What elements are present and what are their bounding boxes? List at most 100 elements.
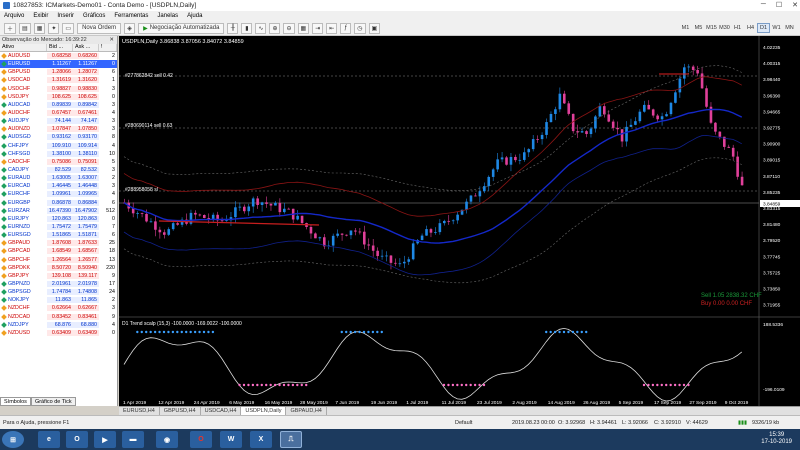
market-watch-row[interactable]: USDJPY 108.625 108.625 0	[0, 93, 117, 101]
timeframe-w1[interactable]: W1	[770, 23, 783, 33]
templates-button[interactable]: ▣	[368, 22, 381, 34]
opera-icon[interactable]: O	[190, 431, 212, 448]
market-watch-row[interactable]: AUDCAD 0.89839 0.89842 3	[0, 101, 117, 109]
market-watch-row[interactable]: NOKJPY 11.863 11.865 2	[0, 296, 117, 304]
chart-tab-usdcad[interactable]: USDCAD,H4	[201, 407, 242, 415]
candle-chart-button[interactable]: ▮	[241, 22, 253, 34]
tab-tick-chart[interactable]: Gráfico de Tick	[30, 397, 76, 406]
market-watch-row[interactable]: NZDCAD 0.83452 0.83461 9	[0, 313, 117, 321]
timeframe-m5[interactable]: M5	[692, 23, 705, 33]
market-watch-row[interactable]: NZDCHF 0.62664 0.62667 3	[0, 304, 117, 312]
minimize-button[interactable]: ─	[761, 1, 766, 9]
ie-icon[interactable]: e	[38, 431, 60, 448]
market-watch-row[interactable]: CHFJPY 109.910 109.914 4	[0, 142, 117, 150]
candle-body	[154, 221, 157, 230]
col-ask[interactable]: Ask ...	[73, 44, 99, 51]
timeframe-m1[interactable]: M1	[679, 23, 692, 33]
bar-chart-button[interactable]: ╫	[227, 22, 239, 34]
metatrader-icon[interactable]: ⎍	[280, 431, 302, 448]
chart-shift-button[interactable]: ⇤	[326, 22, 338, 34]
start-icon[interactable]: ⊞	[2, 431, 24, 448]
chrome-icon[interactable]: ◉	[156, 431, 178, 448]
menu-inserir[interactable]: Inserir	[57, 13, 74, 19]
chart-tab-gbpusd[interactable]: GBPUSD,H4	[160, 407, 201, 415]
col-spread[interactable]: !	[99, 44, 117, 51]
close-icon[interactable]: ✕	[109, 37, 114, 43]
price-chart[interactable]: 4.02235 4.00315 3.98440 3.96390 3.94665 3.927…	[119, 36, 800, 406]
maximize-button[interactable]: ☐	[776, 1, 782, 9]
market-watch-row[interactable]: AUDCHF 0.67457 0.67461 4	[0, 109, 117, 117]
market-watch-row[interactable]: EURNZD 1.75472 1.75479 7	[0, 223, 117, 231]
new-order-button[interactable]: Nova Ordem	[77, 22, 122, 34]
market-watch-row[interactable]: CADJPY 82.529 82.532 3	[0, 166, 117, 174]
market-watch-row[interactable]: EURUSD 1.11267 1.11267 0	[0, 60, 117, 69]
col-symbol[interactable]: Ativo	[0, 44, 47, 51]
zoom-in-button[interactable]: ⊕	[269, 22, 281, 34]
market-watch-row[interactable]: USDCHF 0.98827 0.98830 3	[0, 85, 117, 93]
zoom-out-button[interactable]: ⊖	[283, 22, 295, 34]
market-watch-row[interactable]: AUDNZD 1.07847 1.07850 3	[0, 125, 117, 133]
menu-arquivo[interactable]: Arquivo	[4, 13, 24, 19]
market-watch-row[interactable]: EURCAD 1.46445 1.46448 3	[0, 182, 117, 190]
chart-tab-eurusd[interactable]: EURUSD,H4	[119, 407, 160, 415]
chart-window[interactable]: 4.02235 4.00315 3.98440 3.96390 3.94665 3.927…	[119, 36, 800, 406]
market-watch-row[interactable]: USDCAD 1.31619 1.31620 1	[0, 76, 117, 84]
indicators-button[interactable]: ƒ	[340, 22, 352, 34]
periods-button[interactable]: ◷	[354, 22, 366, 34]
market-watch-row[interactable]: NZDUSD 0.63409 0.63409 0	[0, 329, 117, 337]
market-watch-row[interactable]: GBPJPY 139.108 139.117 9	[0, 272, 117, 280]
market-watch-row[interactable]: EURZAR 16.47390 16.47902 512	[0, 207, 117, 215]
market-watch-row[interactable]: EURAUD 1.63005 1.63007 2	[0, 174, 117, 182]
market-watch-row[interactable]: GBPCHF 1.26564 1.26577 13	[0, 256, 117, 264]
market-watch-row[interactable]: EURCHF 1.09961 1.09965 4	[0, 190, 117, 198]
market-watch-row[interactable]: AUDSGD 0.93162 0.93170 8	[0, 133, 117, 141]
market-watch-row[interactable]: EURJPY 120.863 120.863 0	[0, 215, 117, 223]
menu-exibir[interactable]: Exibir	[33, 13, 48, 19]
menu-ajuda[interactable]: Ajuda	[187, 13, 202, 19]
tile-button[interactable]: ▦	[297, 22, 310, 34]
chart-tab-gbpaud[interactable]: GBPAUD,H4	[286, 407, 327, 415]
line-chart-button[interactable]: ∿	[255, 22, 267, 34]
market-watch-row[interactable]: GBPAUD 1.87608 1.87633 25	[0, 239, 117, 247]
timeframe-m30[interactable]: M30	[718, 23, 731, 33]
market-watch-row[interactable]: NZDJPY 68.876 68.880 4	[0, 321, 117, 329]
outlook-icon[interactable]: O	[66, 431, 88, 448]
menu-ferramentas[interactable]: Ferramentas	[114, 13, 148, 19]
status-profile[interactable]: Default	[455, 420, 472, 426]
col-bid[interactable]: Bid ...	[47, 44, 73, 51]
timeframe-d1[interactable]: D1	[757, 23, 770, 33]
timeframe-h4[interactable]: H4	[744, 23, 757, 33]
market-watch-row[interactable]: GBPDKK 8.50720 8.50940 220	[0, 264, 117, 272]
excel-icon[interactable]: X	[250, 431, 272, 448]
explorer-icon[interactable]: ▬	[122, 431, 144, 448]
timeframe-h1[interactable]: H1	[731, 23, 744, 33]
word-icon[interactable]: W	[220, 431, 242, 448]
menu-janelas[interactable]: Janelas	[157, 13, 178, 19]
meta-editor-button[interactable]: ◈	[124, 22, 136, 34]
market-watch-row[interactable]: GBPCAD 1.68549 1.68567 18	[0, 247, 117, 255]
market-watch-row[interactable]: GBPUSD 1.28066 1.28072 6	[0, 68, 117, 76]
market-watch-row[interactable]: CHFSGD 1.38100 1.38110 10	[0, 150, 117, 158]
market-watch-button[interactable]: ▦	[33, 22, 46, 34]
market-watch-row[interactable]: AUDJPY 74.144 74.147 3	[0, 117, 117, 125]
navigator-button[interactable]: ✦	[48, 22, 60, 34]
timeframe-m15[interactable]: M15	[705, 23, 718, 33]
chart-tab-usdpln[interactable]: USDPLN,Daily	[241, 407, 287, 415]
market-watch-row[interactable]: EURGBP 0.86878 0.86884 6	[0, 199, 117, 207]
system-clock[interactable]: 15:39 17-10-2019	[761, 432, 792, 446]
market-watch-row[interactable]: GBPSGD 1.74784 1.74808 24	[0, 288, 117, 296]
close-button[interactable]: ✕	[792, 1, 798, 9]
terminal-button[interactable]: ▭	[62, 22, 75, 34]
timeframe-mn[interactable]: MN	[783, 23, 796, 33]
market-watch-row[interactable]: EURSGD 1.51865 1.51871 6	[0, 231, 117, 239]
media-icon[interactable]: ▶	[94, 431, 116, 448]
menu-graficos[interactable]: Gráficos	[83, 13, 105, 19]
autoscroll-button[interactable]: ⇥	[312, 22, 324, 34]
market-watch-row[interactable]: GBPNZD 2.01961 2.01978 17	[0, 280, 117, 288]
market-watch-row[interactable]: CADCHF 0.75086 0.75091 5	[0, 158, 117, 166]
profiles-button[interactable]: ▤	[19, 22, 31, 34]
market-watch-row[interactable]: AUDUSD 0.68258 0.68260 2	[0, 52, 117, 60]
auto-trading-button[interactable]: ▶ Negociação Automatizada	[138, 22, 225, 34]
tab-symbols[interactable]: Símbolos	[0, 397, 31, 406]
new-chart-button[interactable]: ＋	[4, 22, 17, 34]
